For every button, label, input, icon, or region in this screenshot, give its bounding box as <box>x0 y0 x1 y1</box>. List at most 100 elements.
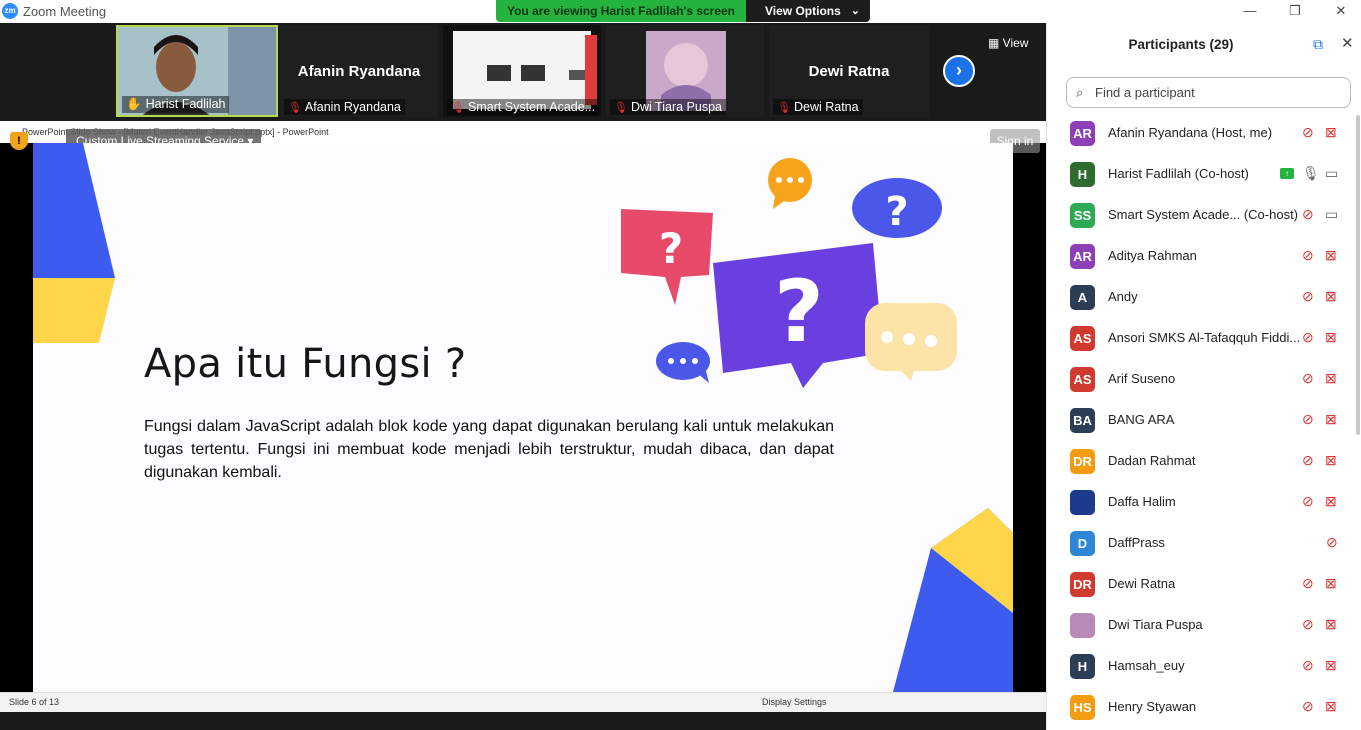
chevron-down-icon: ⌄ <box>850 5 860 17</box>
avatar <box>1070 613 1095 638</box>
screen-share-icon: ↑ <box>1280 168 1294 179</box>
mic-muted-icon[interactable]: ⊘ <box>1302 452 1314 469</box>
avatar: H <box>1070 162 1095 187</box>
video-tile[interactable]: 🎙 Dwi Tiara Puspa <box>606 25 764 117</box>
participant-row[interactable]: HS Henry Styawan ⊘ ⊠ <box>1047 687 1352 728</box>
participant-name: Afanin Ryandana (Host, me) <box>1108 125 1273 140</box>
mic-muted-icon: 🎙 <box>777 102 791 114</box>
minimize-button[interactable]: — <box>1240 2 1260 20</box>
camera-off-icon[interactable]: ⊠ <box>1325 370 1337 387</box>
participant-name: Henry Styawan <box>1108 699 1197 714</box>
camera-off-icon[interactable]: ⊠ <box>1325 616 1337 633</box>
avatar: H <box>1070 654 1095 679</box>
camera-icon[interactable]: ▭ <box>1325 165 1338 182</box>
svg-text:?: ? <box>774 262 824 362</box>
mic-muted-icon[interactable]: ⊘ <box>1302 288 1314 305</box>
video-tile[interactable]: Afanin Ryandana 🎙 Afanin Ryandana <box>280 25 438 117</box>
participant-row[interactable]: SS Smart System Acade... (Co-host) ⊘ ▭ <box>1047 195 1352 236</box>
mic-muted-icon[interactable]: ⊘ <box>1302 411 1314 428</box>
video-tile[interactable]: 🎙 Smart System Acade... <box>443 25 601 117</box>
participant-name: Andy <box>1108 289 1138 304</box>
mic-muted-icon: 🎙 <box>288 102 302 114</box>
camera-off-icon[interactable]: ⊠ <box>1325 329 1337 346</box>
popout-icon[interactable]: ⧉ <box>1313 36 1323 53</box>
participant-name: DaffPrass <box>1108 535 1165 550</box>
participant-row[interactable]: H Harist Fadlilah (Co-host) ↑ 🎙 ▭ <box>1047 154 1352 195</box>
participant-row[interactable]: DR Dadan Rahmat ⊘ ⊠ <box>1047 441 1352 482</box>
tile-name-label: ✋ Harist Fadlilah <box>122 96 230 113</box>
chevron-right-icon[interactable]: › <box>943 55 975 87</box>
avatar: SS <box>1070 203 1095 228</box>
avatar: HS <box>1070 695 1095 720</box>
tile-display-name: Afanin Ryandana <box>297 63 421 80</box>
mic-muted-icon[interactable]: ⊘ <box>1326 534 1338 551</box>
camera-off-icon[interactable]: ⊠ <box>1325 698 1337 715</box>
participant-row[interactable]: A Andy ⊘ ⊠ <box>1047 277 1352 318</box>
participant-row[interactable]: Daffa Halim ⊘ ⊠ <box>1047 482 1352 523</box>
camera-off-icon[interactable]: ⊠ <box>1325 124 1337 141</box>
view-options-button[interactable]: View Options ⌄ <box>746 0 870 22</box>
avatar: DR <box>1070 449 1095 474</box>
mic-muted-icon[interactable]: ⊘ <box>1302 575 1314 592</box>
participant-row[interactable]: DR Dewi Ratna ⊘ ⊠ <box>1047 564 1352 605</box>
display-settings-button[interactable]: Display Settings <box>762 693 827 712</box>
mic-muted-icon[interactable]: ⊘ <box>1302 206 1314 223</box>
avatar: AR <box>1070 121 1095 146</box>
scrollbar[interactable] <box>1356 115 1360 435</box>
video-tile[interactable]: Dewi Ratna 🎙 Dewi Ratna <box>769 25 929 117</box>
camera-off-icon[interactable]: ⊠ <box>1325 493 1337 510</box>
participant-name: BANG ARA <box>1108 412 1175 427</box>
meeting-toolbar <box>0 712 1046 730</box>
mic-muted-icon[interactable]: ⊘ <box>1302 616 1314 633</box>
mic-icon[interactable]: 🎙 <box>1302 165 1320 182</box>
participant-row[interactable]: Dwi Tiara Puspa ⊘ ⊠ <box>1047 605 1352 646</box>
participant-name: Smart System Acade... (Co-host) <box>1108 207 1299 222</box>
tile-display-name: Dewi Ratna <box>808 63 890 80</box>
presentation-slide: ? ? ? Apa itu Fungsi ? Fungsi dalam Java… <box>33 143 1013 692</box>
participant-row[interactable]: AR Aditya Rahman ⊘ ⊠ <box>1047 236 1352 277</box>
avatar: AS <box>1070 367 1095 392</box>
mic-muted-icon[interactable]: ⊘ <box>1302 493 1314 510</box>
slide-body-text: Fungsi dalam JavaScript adalah blok kode… <box>144 418 834 481</box>
camera-off-icon[interactable]: ⊠ <box>1325 575 1337 592</box>
slide-title: Apa itu Fungsi ? <box>144 341 467 387</box>
participant-name: Dadan Rahmat <box>1108 453 1196 468</box>
participant-row[interactable]: AS Ansori SMKS Al-Tafaqquh Fiddi... ⊘ ⊠ <box>1047 318 1352 359</box>
participant-row[interactable]: BA BANG ARA ⊘ ⊠ <box>1047 400 1352 441</box>
participant-name: Ansori SMKS Al-Tafaqquh Fiddi... <box>1108 330 1301 345</box>
mic-muted-icon[interactable]: ⊘ <box>1302 370 1314 387</box>
participant-name: Dewi Ratna <box>1108 576 1176 591</box>
camera-off-icon[interactable]: ⊠ <box>1325 288 1337 305</box>
participant-row[interactable]: AR Afanin Ryandana (Host, me) ⊘ ⊠ <box>1047 113 1352 154</box>
mic-muted-icon[interactable]: ⊘ <box>1302 247 1314 264</box>
participant-name: Daffa Halim <box>1108 494 1176 509</box>
close-window-button[interactable]: ✕ <box>1331 2 1351 20</box>
avatar: DR <box>1070 572 1095 597</box>
participant-row[interactable]: H Hamsah_euy ⊘ ⊠ <box>1047 646 1352 687</box>
participant-name: Aditya Rahman <box>1108 248 1197 263</box>
avatar: D <box>1070 531 1095 556</box>
mic-muted-icon[interactable]: ⊘ <box>1302 698 1314 715</box>
participant-row[interactable]: AS Arif Suseno ⊘ ⊠ <box>1047 359 1352 400</box>
camera-icon[interactable]: ▭ <box>1325 206 1338 223</box>
camera-off-icon[interactable]: ⊠ <box>1325 247 1337 264</box>
participant-row[interactable]: D DaffPrass ⊘ <box>1047 523 1352 564</box>
mic-muted-icon[interactable]: ⊘ <box>1302 124 1314 141</box>
camera-off-icon[interactable]: ⊠ <box>1325 657 1337 674</box>
gallery-view-button[interactable]: ▦ View <box>982 31 1038 55</box>
avatar: A <box>1070 285 1095 310</box>
avatar <box>1070 490 1095 515</box>
mic-muted-icon[interactable]: ⊘ <box>1302 329 1314 346</box>
camera-off-icon[interactable]: ⊠ <box>1325 411 1337 428</box>
participant-search-input[interactable]: Find a participant <box>1066 77 1351 108</box>
camera-off-icon[interactable]: ⊠ <box>1325 452 1337 469</box>
close-icon[interactable]: ✕ <box>1341 34 1354 52</box>
powerpoint-status-bar: Slide 6 of 13 Display Settings <box>0 692 1046 712</box>
tile-name-label: 🎙 Smart System Acade... <box>447 99 600 115</box>
shield-icon: ! <box>10 132 28 150</box>
video-tile[interactable]: ✋ Harist Fadlilah <box>116 25 278 117</box>
participants-panel: Participants (29) ⧉ ✕ ⌕ Find a participa… <box>1046 23 1361 730</box>
mic-muted-icon[interactable]: ⊘ <box>1302 657 1314 674</box>
title-bar: zm Zoom Meeting You are viewing Harist F… <box>0 0 1361 23</box>
restore-button[interactable]: ❐ <box>1285 2 1305 20</box>
